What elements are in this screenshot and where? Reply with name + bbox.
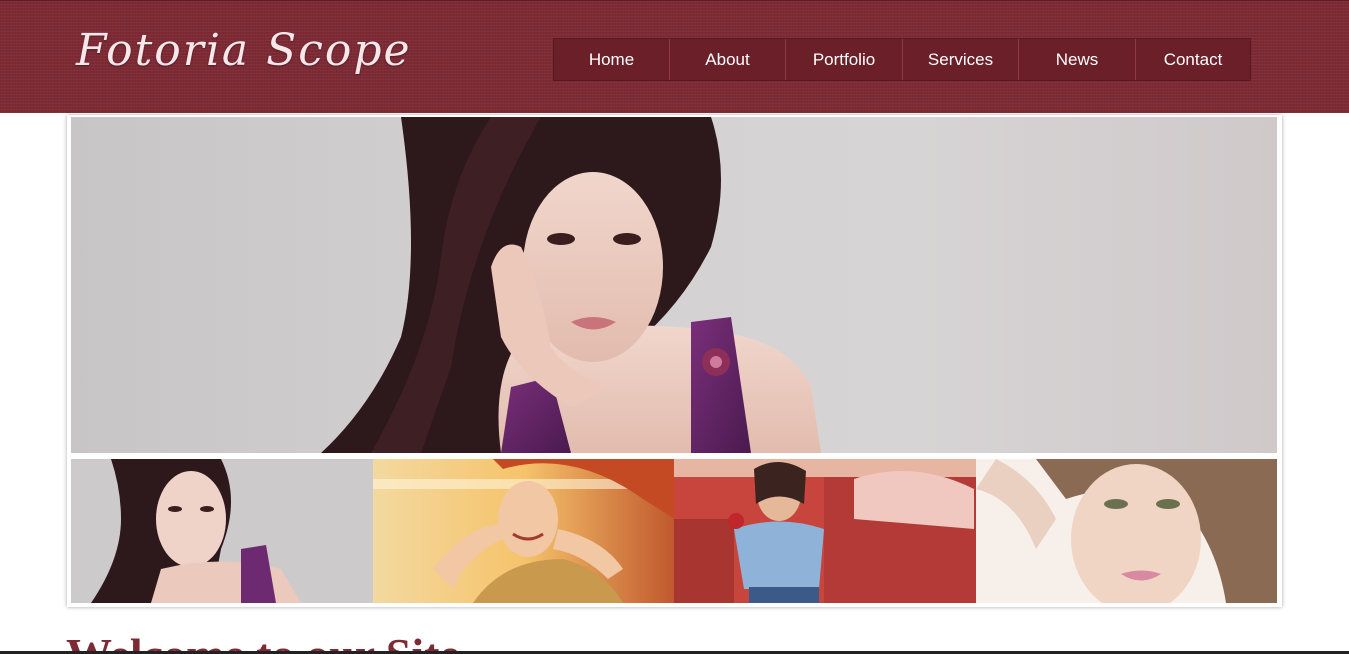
nav-item-contact[interactable]: Contact bbox=[1136, 39, 1250, 80]
site-header: Fotoria Scope Home About Portfolio Servi… bbox=[0, 0, 1349, 113]
thumbnail-portrait-3 bbox=[674, 459, 976, 603]
nav-item-about[interactable]: About bbox=[670, 39, 786, 80]
hero-portrait-illustration bbox=[321, 117, 821, 453]
thumbnail-2[interactable] bbox=[372, 459, 674, 603]
nav-item-services[interactable]: Services bbox=[903, 39, 1019, 80]
site-logo[interactable]: Fotoria Scope bbox=[76, 21, 412, 81]
thumbnail-portrait-4 bbox=[975, 459, 1277, 603]
main-nav: Home About Portfolio Services News Conta… bbox=[553, 38, 1251, 81]
thumbnail-1[interactable] bbox=[71, 459, 373, 603]
thumbnail-portrait-2 bbox=[372, 459, 674, 603]
nav-item-home[interactable]: Home bbox=[554, 39, 670, 80]
nav-item-news[interactable]: News bbox=[1019, 39, 1136, 80]
thumbnail-3[interactable] bbox=[674, 459, 976, 603]
thumbnail-portrait-1 bbox=[71, 459, 373, 603]
hero-slide-image bbox=[71, 117, 1277, 453]
nav-item-portfolio[interactable]: Portfolio bbox=[786, 39, 903, 80]
thumbnail-4[interactable] bbox=[975, 459, 1277, 603]
slider-thumbnails bbox=[71, 459, 1277, 603]
image-slider bbox=[67, 115, 1282, 607]
